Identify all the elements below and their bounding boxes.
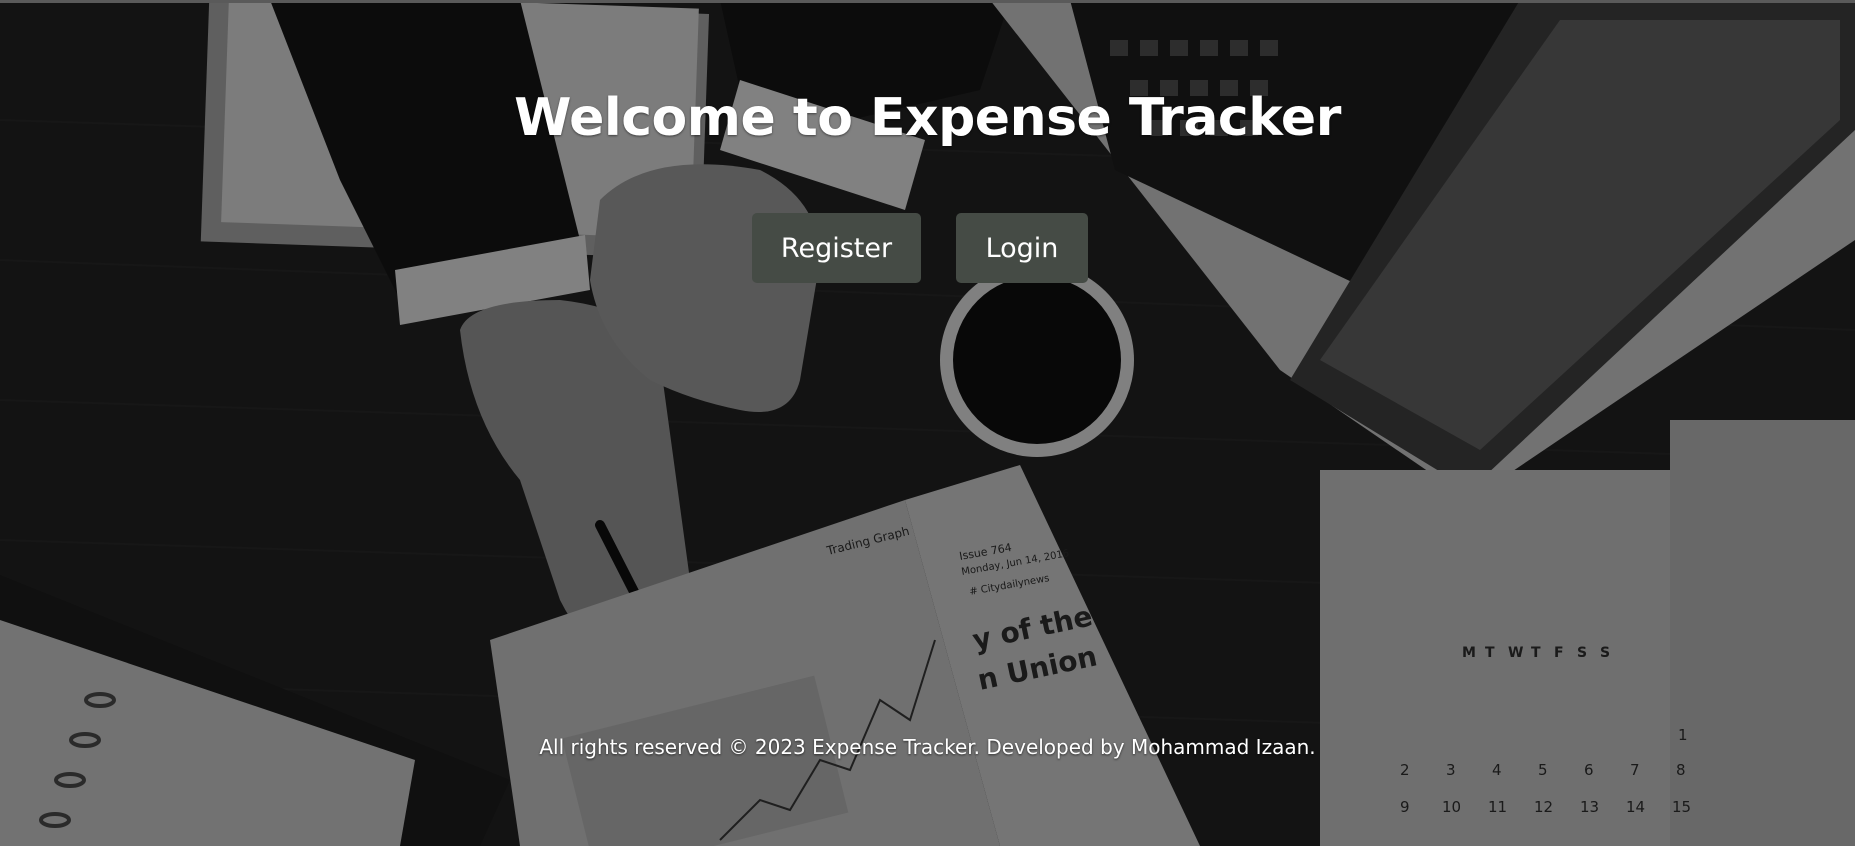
landing-page: Trading Graph Issue 764 Monday, Jun 14, … xyxy=(0,0,1855,846)
register-button[interactable]: Register xyxy=(752,213,921,283)
login-button[interactable]: Login xyxy=(956,213,1088,283)
page-title: Welcome to Expense Tracker xyxy=(514,88,1341,148)
top-border xyxy=(0,0,1855,3)
footer-copyright: All rights reserved © 2023 Expense Track… xyxy=(539,735,1316,759)
